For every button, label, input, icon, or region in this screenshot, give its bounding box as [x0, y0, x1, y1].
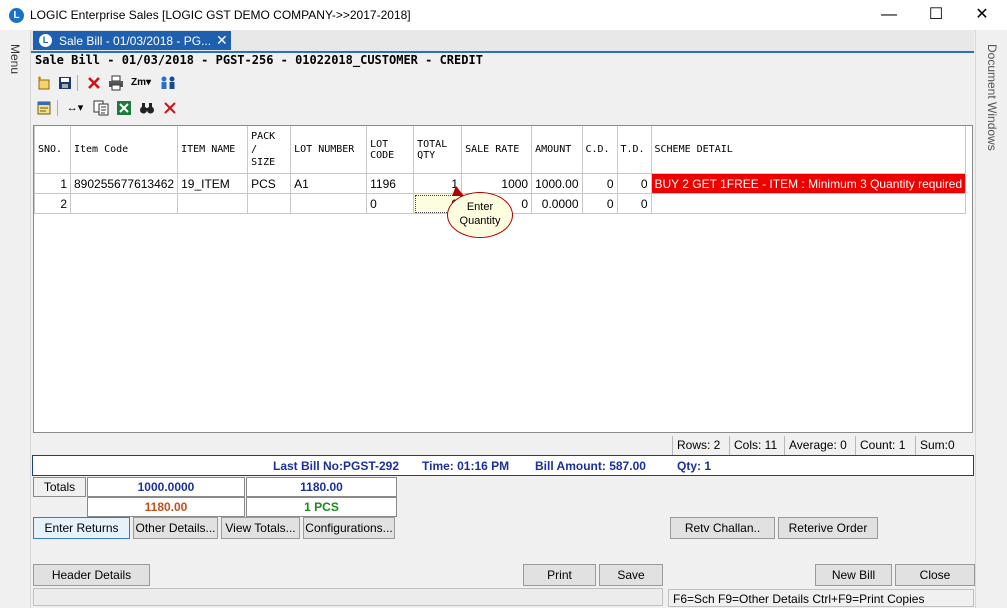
cell-td[interactable]: 0: [616, 193, 652, 214]
column-header-total-qty[interactable]: TOTAL QTY: [413, 126, 463, 174]
column-header-td[interactable]: T.D.: [616, 126, 652, 174]
total-final: 1180.00: [87, 497, 245, 517]
cell-sno[interactable]: 1: [34, 173, 71, 194]
cell-amount[interactable]: 0.0000: [531, 193, 583, 214]
column-header-pack-size[interactable]: PACK / SIZE: [247, 126, 292, 174]
totals-label: Totals: [33, 477, 86, 497]
tab-label: Sale Bill - 01/03/2018 - PG...: [59, 34, 212, 48]
maximize-button[interactable]: ☐: [913, 0, 959, 30]
tab-close-icon[interactable]: ✕: [216, 32, 228, 49]
cell-td[interactable]: 0: [616, 173, 652, 194]
close-window-button[interactable]: ✕: [959, 0, 1005, 30]
save-button[interactable]: Save: [599, 564, 663, 586]
cell-lot-number[interactable]: A1: [290, 173, 368, 194]
cell-pack-size[interactable]: [247, 193, 292, 214]
cell-item-code[interactable]: [69, 193, 179, 214]
status-count: Count: 1: [855, 436, 905, 455]
table-row[interactable]: 1 890255677613462 19_ITEM PCS A1 1196 1 …: [34, 173, 967, 194]
callout-line-1: Enter: [466, 201, 494, 213]
cell-lot-number[interactable]: [290, 193, 368, 214]
enter-returns-button[interactable]: Enter Returns: [33, 517, 130, 539]
toolbar-separator: [77, 75, 78, 91]
cell-lot-code[interactable]: 1196: [366, 173, 415, 194]
clear-icon[interactable]: [161, 100, 178, 116]
total-net: 1180.00: [246, 477, 397, 497]
last-bill-time: Time: 01:16 PM: [422, 459, 510, 473]
menu-strip[interactable]: [0, 30, 31, 608]
zoom-icon[interactable]: Zm▾: [128, 75, 154, 91]
cell-item-code[interactable]: 890255677613462: [69, 173, 179, 194]
toolbar-primary: Zm▾: [33, 72, 973, 94]
cell-amount[interactable]: 1000.00: [531, 173, 583, 194]
status-sum: Sum:0: [915, 436, 955, 455]
new-bill-button[interactable]: New Bill: [815, 564, 892, 586]
cell-sno[interactable]: 2: [34, 193, 71, 214]
configurations-button[interactable]: Configurations...: [303, 517, 395, 539]
window-title: LOGIC Enterprise Sales [LOGIC GST DEMO C…: [30, 8, 411, 22]
column-header-item-code[interactable]: Item Code: [69, 126, 179, 174]
print-button[interactable]: Print: [523, 564, 596, 586]
cell-lot-code[interactable]: 0: [366, 193, 415, 214]
total-qty: 1 PCS: [246, 497, 397, 517]
notes-icon[interactable]: [35, 100, 52, 116]
save-icon[interactable]: [56, 75, 73, 91]
column-header-item-name[interactable]: ITEM NAME: [177, 126, 249, 174]
retv-challan-button[interactable]: Retv Challan..: [670, 517, 775, 539]
column-header-sno[interactable]: SNO.: [34, 126, 71, 174]
column-header-scheme-detail[interactable]: SCHEME DETAIL: [650, 126, 967, 174]
delete-icon[interactable]: [85, 75, 102, 91]
copy-icon[interactable]: [92, 100, 109, 116]
cell-scheme-detail[interactable]: BUY 2 GET 1FREE - ITEM : Minimum 3 Quant…: [650, 173, 967, 194]
find-icon[interactable]: [138, 100, 155, 116]
toolbar-secondary: ↔▾: [33, 97, 973, 119]
last-bill-qty: Qty: 1: [677, 459, 712, 473]
column-header-amount[interactable]: AMOUNT: [531, 126, 583, 174]
cell-cd[interactable]: 0: [581, 173, 618, 194]
column-header-lot-number[interactable]: LOT NUMBER: [290, 126, 368, 174]
cell-sale-rate[interactable]: 1000: [461, 173, 533, 194]
app-logo-icon: L: [9, 8, 24, 23]
cell-item-name[interactable]: 19_ITEM: [177, 173, 249, 194]
cell-scheme-detail[interactable]: [650, 193, 967, 214]
toolbar-separator: [57, 100, 58, 116]
total-gross: 1000.0000: [87, 477, 245, 497]
tab-logo-icon: L: [39, 34, 52, 47]
excel-icon[interactable]: [115, 100, 132, 116]
callout-text: Enter Quantity: [450, 200, 510, 228]
column-header-sale-rate[interactable]: SALE RATE: [461, 126, 533, 174]
tab-sale-bill[interactable]: L Sale Bill - 01/03/2018 - PG... ✕: [33, 31, 231, 50]
bottom-message-bar: [33, 588, 663, 606]
last-bill-number: Last Bill No:PGST-292: [273, 459, 400, 473]
other-details-button[interactable]: Other Details...: [133, 517, 218, 539]
new-icon[interactable]: [35, 75, 52, 91]
document-windows-label[interactable]: Document Windows: [985, 44, 999, 151]
last-bill-bar: Last Bill No:PGST-292 Time: 01:16 PM Bil…: [32, 455, 974, 476]
column-header-lot-code[interactable]: LOT CODE: [366, 126, 415, 174]
status-average: Average: 0: [784, 436, 847, 455]
reterive-order-button[interactable]: Reterive Order: [778, 517, 878, 539]
title-bar: L LOGIC Enterprise Sales [LOGIC GST DEMO…: [0, 0, 1007, 31]
grid-status-bar: Rows: 2 Cols: 11 Average: 0 Count: 1 Sum…: [672, 436, 973, 455]
print-icon[interactable]: [107, 75, 124, 91]
minimize-button[interactable]: —: [866, 0, 912, 30]
cell-pack-size[interactable]: PCS: [247, 173, 292, 194]
cell-item-name[interactable]: [177, 193, 249, 214]
status-cols: Cols: 11: [729, 436, 777, 455]
hotkeys-hint: F6=Sch F9=Other Details Ctrl+F9=Print Co…: [668, 589, 974, 607]
cell-cd[interactable]: 0: [581, 193, 618, 214]
header-details-button[interactable]: Header Details: [33, 564, 150, 586]
last-bill-amount: Bill Amount: 587.00: [535, 459, 646, 473]
grid-header-row: SNO. Item Code ITEM NAME PACK / SIZE LOT…: [34, 126, 967, 174]
column-header-cd[interactable]: C.D.: [581, 126, 618, 174]
status-rows: Rows: 2: [672, 436, 720, 455]
resize-columns-icon[interactable]: ↔▾: [63, 100, 87, 116]
close-button[interactable]: Close: [895, 564, 975, 586]
users-icon[interactable]: [159, 75, 176, 91]
item-grid[interactable]: SNO. Item Code ITEM NAME PACK / SIZE LOT…: [33, 125, 973, 433]
callout-line-2: Quantity: [459, 215, 501, 227]
menu-label[interactable]: Menu: [8, 44, 22, 74]
view-totals-button[interactable]: View Totals...: [221, 517, 300, 539]
sheet-title: Sale Bill - 01/03/2018 - PGST-256 - 0102…: [35, 53, 483, 67]
